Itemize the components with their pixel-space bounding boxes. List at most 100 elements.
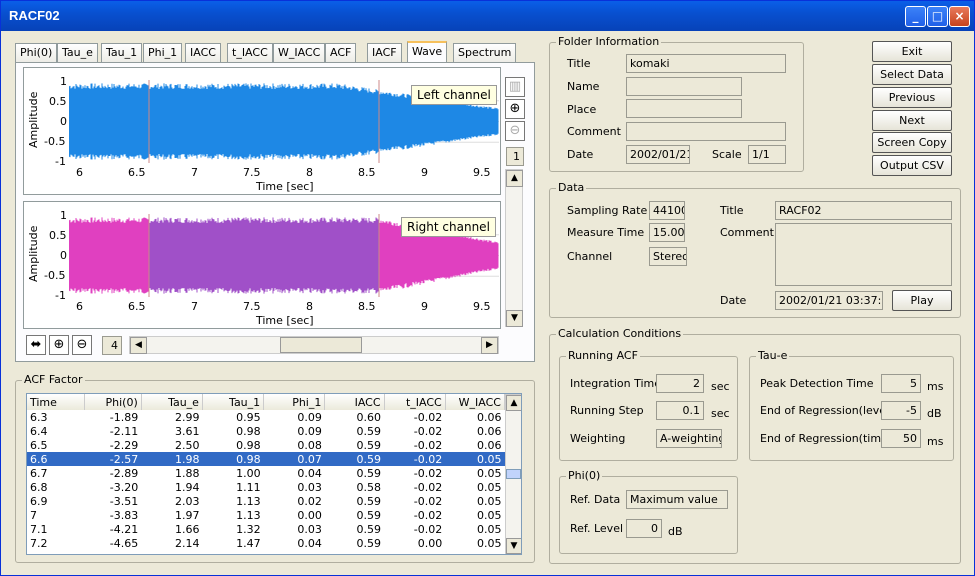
measure-time-field[interactable]: 15.00	[649, 223, 685, 242]
scroll-thumb[interactable]	[280, 337, 362, 353]
peak-detection-field[interactable]: 5	[881, 374, 921, 393]
data-date-field[interactable]: 2002/01/21 03:37:02	[775, 291, 883, 310]
close-icon[interactable]: ×	[949, 6, 970, 27]
folder-comment-field[interactable]	[626, 122, 786, 141]
zoom-out-icon[interactable]: ⊖	[505, 121, 525, 141]
table-row[interactable]: 6.5 -2.29 2.50 0.98 0.08 0.59 -0.02 0.06	[27, 438, 505, 452]
right-channel-label: Right channel	[401, 217, 496, 237]
tab-iacc[interactable]: IACC	[185, 43, 221, 63]
end-regression-time-field[interactable]: 50	[881, 429, 921, 448]
vertical-scrollbar[interactable]: ▲ ▼	[505, 169, 523, 327]
scroll-left-icon[interactable]: ◀	[130, 337, 147, 354]
zoom-out-h-icon[interactable]: ⊖	[72, 335, 92, 355]
table-cell: 0.05	[477, 494, 502, 508]
col-header[interactable]: t_IACC	[384, 394, 446, 410]
table-cell: 7.2	[30, 536, 48, 550]
acf-table[interactable]: Time Phi(0) Tau_e Tau_1 Phi_1 IACC t_IAC…	[26, 393, 522, 555]
xtick: 6.5	[128, 166, 146, 179]
tab-w-iacc[interactable]: W_IACC	[273, 43, 326, 63]
table-row[interactable]: 7 -3.83 1.97 1.13 0.00 0.59 -0.02 0.05	[27, 508, 505, 522]
horizontal-scrollbar[interactable]: ◀ ▶	[129, 336, 499, 354]
data-title-field[interactable]: RACF02	[775, 201, 952, 220]
table-scrollbar[interactable]: ▲ ▼	[505, 394, 521, 554]
tab-tau-1[interactable]: Tau_1	[101, 43, 143, 63]
minimize-icon[interactable]: _	[905, 6, 926, 27]
tab-spectrum[interactable]: Spectrum	[453, 43, 517, 63]
table-row[interactable]: 7.2 -4.65 2.14 1.47 0.04 0.59 0.00 0.05	[27, 536, 505, 550]
table-row[interactable]: 6.7 -2.89 1.88 1.00 0.04 0.59 -0.02 0.05	[27, 466, 505, 480]
integration-time-field[interactable]: 2	[656, 374, 704, 393]
left-xlabel: Time [sec]	[256, 180, 314, 193]
col-header[interactable]: Phi_1	[263, 394, 326, 410]
zoom-in-h-icon[interactable]: ⊕	[49, 335, 69, 355]
table-row[interactable]: 6.4 -2.11 3.61 0.98 0.09 0.59 -0.02 0.06	[27, 424, 505, 438]
ref-data-label: Ref. Data	[570, 493, 621, 506]
col-header[interactable]: Time	[27, 394, 85, 410]
end-regression-level-field[interactable]: -5	[881, 401, 921, 420]
maximize-icon[interactable]: □	[927, 6, 948, 27]
tab-t-iacc[interactable]: t_IACC	[227, 43, 273, 63]
col-header[interactable]: W_IACC	[445, 394, 506, 410]
running-step-unit: sec	[711, 407, 730, 420]
ref-data-field[interactable]: Maximum value	[626, 490, 728, 509]
table-scroll-up-icon[interactable]: ▲	[506, 395, 521, 411]
sampling-rate-field[interactable]: 44100	[649, 201, 685, 220]
table-cell: -0.02	[413, 480, 443, 494]
col-header[interactable]: Phi(0)	[84, 394, 142, 410]
tab-phi0[interactable]: Phi(0)	[15, 43, 58, 63]
folder-name-field[interactable]	[626, 77, 742, 96]
table-cell: 0.06	[477, 410, 502, 424]
table-cell: -2.89	[109, 466, 139, 480]
scale-field[interactable]: 1/1	[748, 145, 786, 164]
next-button[interactable]: Next	[872, 110, 952, 131]
table-row[interactable]: 6.9 -3.51 2.03 1.13 0.02 0.59 -0.02 0.05	[27, 494, 505, 508]
fit-icon[interactable]: ▥	[505, 77, 525, 97]
peak-detection-label: Peak Detection Time	[760, 377, 874, 390]
col-header[interactable]: IACC	[324, 394, 385, 410]
table-cell: 0.00	[297, 508, 322, 522]
table-cell: -3.20	[109, 480, 139, 494]
tab-phi-1[interactable]: Phi_1	[143, 43, 183, 63]
tab-tau-e[interactable]: Tau_e	[57, 43, 98, 63]
weighting-field[interactable]: A-weighting	[656, 429, 722, 448]
ytick: 1	[60, 209, 67, 222]
table-row[interactable]: 6.3 -1.89 2.99 0.95 0.09 0.60 -0.02 0.06	[27, 410, 505, 424]
running-step-field[interactable]: 0.1	[656, 401, 704, 420]
col-header[interactable]: Tau_e	[141, 394, 203, 410]
zoom-in-icon[interactable]: ⊕	[505, 99, 525, 119]
data-comment-field[interactable]	[775, 223, 952, 286]
table-cell: 6.8	[30, 480, 48, 494]
channel-field[interactable]: Stereo	[649, 247, 687, 266]
previous-button[interactable]: Previous	[872, 87, 952, 108]
tab-iacf[interactable]: IACF	[367, 43, 402, 63]
folder-title-field[interactable]: komaki	[626, 54, 786, 73]
table-row[interactable]: 7.1 -4.21 1.66 1.32 0.03 0.59 -0.02 0.05	[27, 522, 505, 536]
table-cell: 0.60	[356, 410, 382, 424]
table-cell: 0.03	[297, 522, 322, 536]
scroll-up-icon[interactable]: ▲	[506, 170, 523, 187]
folder-place-field[interactable]	[626, 99, 742, 118]
folder-date-field[interactable]: 2002/01/21	[626, 145, 690, 164]
screen-copy-button[interactable]: Screen Copy	[872, 132, 952, 153]
exit-button[interactable]: Exit	[872, 41, 952, 62]
fit-width-icon[interactable]: ⬌	[26, 335, 46, 355]
right-xlabel: Time [sec]	[256, 314, 314, 327]
tab-wave[interactable]: Wave	[407, 41, 448, 64]
scroll-down-icon[interactable]: ▼	[506, 310, 523, 327]
table-scroll-thumb[interactable]	[506, 469, 521, 479]
table-row[interactable]: 6.8 -3.20 1.94 1.11 0.03 0.58 -0.02 0.05	[27, 480, 505, 494]
table-row[interactable]: 6.6 -2.57 1.98 0.98 0.07 0.59 -0.02 0.05	[27, 452, 505, 466]
output-csv-button[interactable]: Output CSV	[872, 155, 952, 176]
table-cell: 0.95	[236, 410, 261, 424]
table-cell: -2.57	[109, 452, 139, 466]
table-scroll-down-icon[interactable]: ▼	[506, 538, 521, 554]
table-cell: 1.13	[236, 494, 261, 508]
table-cell: -0.02	[413, 424, 443, 438]
tab-acf[interactable]: ACF	[325, 43, 357, 63]
ref-level-field[interactable]: 0	[626, 519, 662, 538]
col-header[interactable]: Tau_1	[202, 394, 265, 410]
play-button[interactable]: Play	[892, 290, 952, 311]
scroll-right-icon[interactable]: ▶	[481, 337, 498, 354]
table-cell: 0.59	[356, 452, 382, 466]
select-data-button[interactable]: Select Data	[872, 64, 952, 85]
